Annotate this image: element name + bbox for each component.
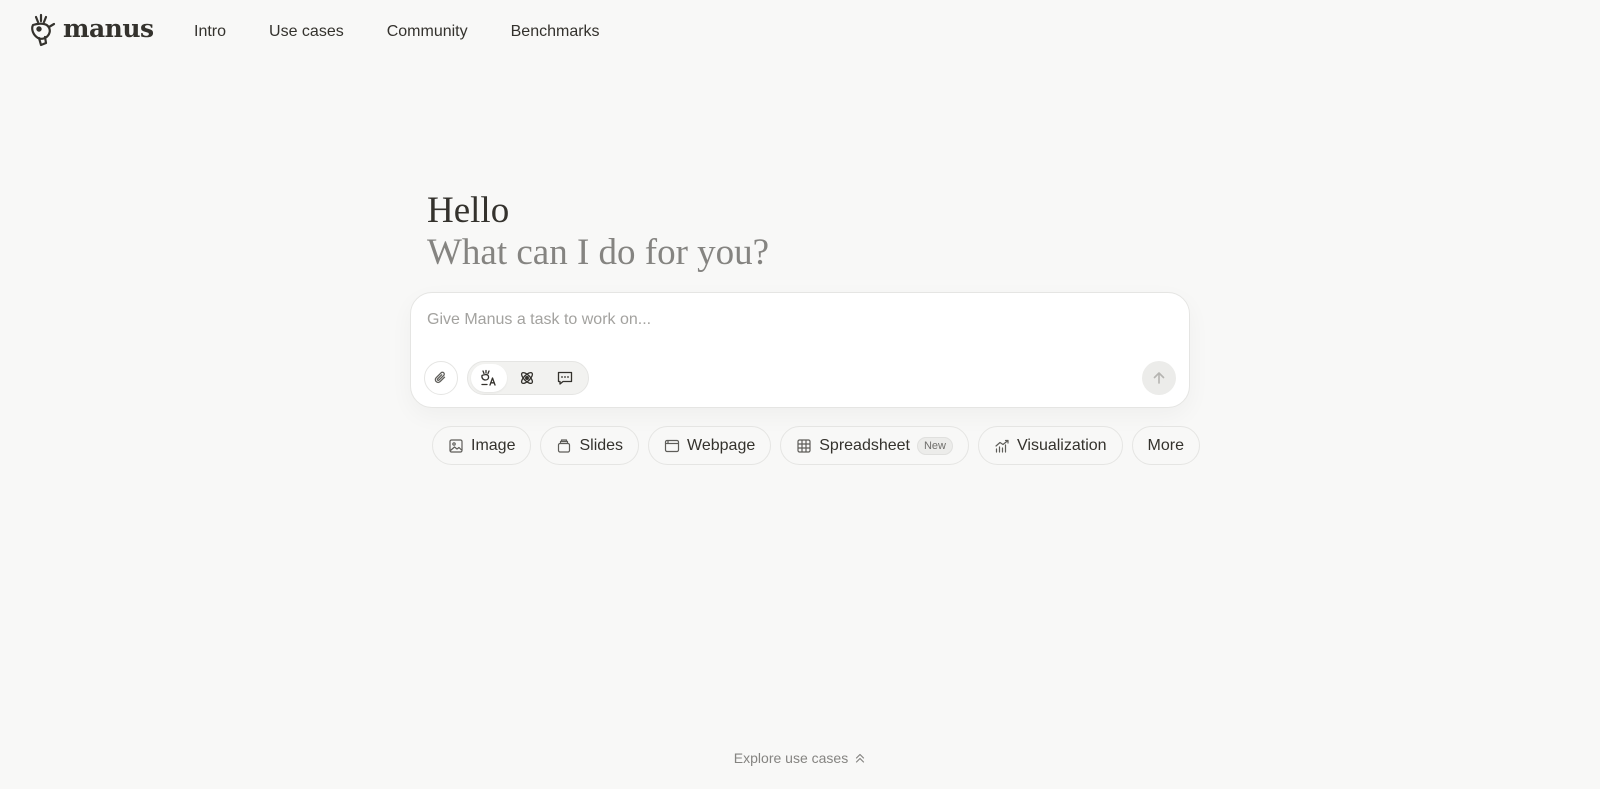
- chip-label: Image: [471, 436, 516, 454]
- mode-switcher: [467, 361, 589, 395]
- explore-label: Explore use cases: [733, 750, 849, 766]
- manus-logo[interactable]: manus: [27, 13, 154, 47]
- chart-icon: [995, 439, 1009, 453]
- main-nav: Intro Use cases Community Benchmarks: [194, 21, 643, 43]
- attach-button[interactable]: [424, 361, 458, 395]
- chat-mode-button[interactable]: [547, 364, 583, 392]
- greeting-title: Hello: [427, 190, 510, 231]
- brand-name: manus: [63, 13, 154, 43]
- webpage-icon: [664, 439, 680, 452]
- chip-label: Webpage: [687, 436, 756, 454]
- double-chevron-up-icon: [856, 753, 865, 763]
- table-icon: [797, 438, 811, 453]
- atom-mode-button[interactable]: [509, 364, 545, 392]
- arrow-up-icon: [1153, 372, 1165, 384]
- chip-webpage[interactable]: Webpage: [648, 426, 772, 465]
- nav-use-cases[interactable]: Use cases: [269, 21, 344, 43]
- nav-intro[interactable]: Intro: [194, 21, 226, 43]
- slides-icon: [558, 438, 571, 453]
- new-badge: New: [916, 436, 953, 455]
- chip-label: Slides: [579, 436, 624, 454]
- nav-benchmarks[interactable]: Benchmarks: [511, 21, 600, 43]
- paperclip-icon: [434, 371, 446, 384]
- task-input[interactable]: [427, 307, 1167, 333]
- agent-mode-button[interactable]: [471, 364, 507, 392]
- greeting: Hello What can I do for you?: [427, 190, 769, 274]
- agent-mode-icon: [481, 369, 496, 386]
- chip-label: More: [1147, 436, 1184, 454]
- chip-label: Visualization: [1017, 436, 1107, 454]
- image-icon: [449, 438, 463, 453]
- chat-mode-icon: [557, 371, 573, 385]
- chip-image[interactable]: Image: [432, 426, 532, 465]
- task-composer: [410, 292, 1190, 408]
- nav-community[interactable]: Community: [387, 21, 468, 43]
- chip-slides[interactable]: Slides: [540, 426, 640, 465]
- chip-visualization[interactable]: Visualization: [978, 426, 1123, 465]
- top-header: manus Intro Use cases Community Benchmar…: [0, 0, 1600, 64]
- atom-mode-icon: [520, 371, 534, 385]
- chip-more[interactable]: More: [1131, 426, 1200, 465]
- greeting-subtitle: What can I do for you?: [427, 232, 770, 273]
- quick-actions: Image Slides Webpage Spreadsheet New Vis…: [432, 426, 1200, 465]
- manus-hand-logo-icon: [31, 13, 56, 47]
- explore-use-cases-link[interactable]: Explore use cases: [0, 750, 1600, 766]
- chip-label: Spreadsheet: [819, 436, 910, 454]
- chip-spreadsheet[interactable]: Spreadsheet New: [780, 426, 969, 465]
- send-button[interactable]: [1142, 361, 1176, 395]
